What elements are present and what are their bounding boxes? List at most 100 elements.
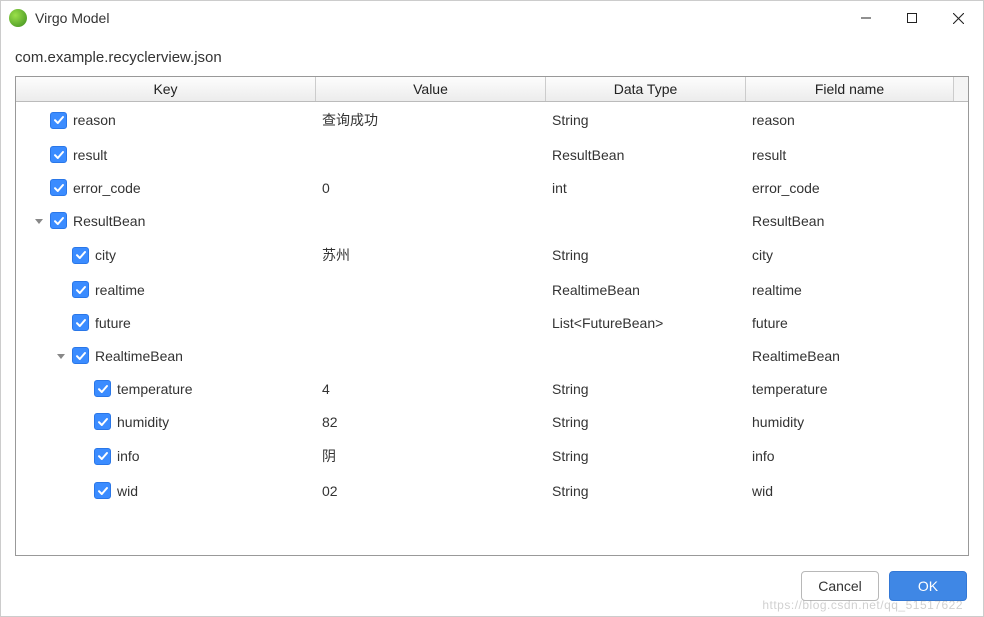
package-path-label: com.example.recyclerview.json — [1, 35, 983, 76]
expander-placeholder — [54, 316, 68, 330]
data-type-cell[interactable]: List<FutureBean> — [552, 315, 752, 331]
cancel-button[interactable]: Cancel — [801, 571, 879, 601]
maximize-button[interactable] — [889, 2, 935, 34]
field-name-cell[interactable]: ResultBean — [752, 213, 962, 229]
field-name-cell[interactable]: RealtimeBean — [752, 348, 962, 364]
table-body[interactable]: reason查询成功StringreasonresultResultBeanre… — [16, 102, 968, 555]
key-label: RealtimeBean — [95, 348, 183, 364]
value-cell[interactable]: 0 — [322, 180, 552, 196]
table-row[interactable]: wid02Stringwid — [16, 474, 968, 507]
data-type-cell[interactable]: String — [552, 112, 752, 128]
key-cell: info — [22, 448, 322, 465]
table-row[interactable]: resultResultBeanresult — [16, 138, 968, 171]
column-header-field-name[interactable]: Field name — [746, 77, 954, 101]
titlebar: Virgo Model — [1, 1, 983, 35]
expander-placeholder — [76, 449, 90, 463]
row-checkbox[interactable] — [94, 413, 111, 430]
key-label: temperature — [117, 381, 192, 397]
expander-icon[interactable] — [54, 349, 68, 363]
data-type-cell[interactable]: String — [552, 414, 752, 430]
table-row[interactable]: city苏州Stringcity — [16, 237, 968, 273]
field-name-cell[interactable]: result — [752, 147, 962, 163]
data-type-cell[interactable]: int — [552, 180, 752, 196]
field-name-cell[interactable]: reason — [752, 112, 962, 128]
row-checkbox[interactable] — [72, 314, 89, 331]
value-cell[interactable]: 82 — [322, 414, 552, 430]
table-row[interactable]: humidity82Stringhumidity — [16, 405, 968, 438]
row-checkbox[interactable] — [72, 281, 89, 298]
row-checkbox[interactable] — [50, 179, 67, 196]
row-checkbox[interactable] — [94, 380, 111, 397]
data-type-cell[interactable]: String — [552, 448, 752, 464]
key-label: ResultBean — [73, 213, 145, 229]
expander-placeholder — [54, 283, 68, 297]
data-type-cell[interactable]: String — [552, 483, 752, 499]
expander-placeholder — [32, 148, 46, 162]
table-row[interactable]: reason查询成功Stringreason — [16, 102, 968, 138]
key-cell: realtime — [22, 281, 322, 298]
key-cell: future — [22, 314, 322, 331]
data-type-cell[interactable]: RealtimeBean — [552, 282, 752, 298]
table-row[interactable]: realtimeRealtimeBeanrealtime — [16, 273, 968, 306]
window-title: Virgo Model — [35, 10, 109, 26]
dialog-footer: Cancel OK https://blog.csdn.net/qq_51517… — [1, 564, 983, 616]
expander-placeholder — [76, 415, 90, 429]
data-type-cell[interactable]: ResultBean — [552, 147, 752, 163]
column-header-data-type[interactable]: Data Type — [546, 77, 746, 101]
value-cell[interactable]: 02 — [322, 483, 552, 499]
key-label: error_code — [73, 180, 141, 196]
value-cell[interactable]: 查询成功 — [322, 110, 552, 130]
expander-icon[interactable] — [32, 214, 46, 228]
key-label: city — [95, 247, 116, 263]
key-cell: ResultBean — [22, 212, 322, 229]
column-header-value[interactable]: Value — [316, 77, 546, 101]
field-name-cell[interactable]: city — [752, 247, 962, 263]
key-cell: error_code — [22, 179, 322, 196]
expander-placeholder — [32, 113, 46, 127]
model-table: Key Value Data Type Field name reason 查询成… — [15, 76, 969, 556]
minimize-button[interactable] — [843, 2, 889, 34]
data-type-cell[interactable]: String — [552, 381, 752, 397]
key-cell: humidity — [22, 413, 322, 430]
close-button[interactable] — [935, 2, 981, 34]
key-cell: RealtimeBean — [22, 347, 322, 364]
table-row[interactable]: info阴Stringinfo — [16, 438, 968, 474]
value-cell[interactable]: 苏州 — [322, 245, 552, 265]
value-cell[interactable]: 4 — [322, 381, 552, 397]
row-checkbox[interactable] — [72, 247, 89, 264]
key-label: result — [73, 147, 107, 163]
table-row[interactable]: futureList<FutureBean>future — [16, 306, 968, 339]
key-label: wid — [117, 483, 138, 499]
row-checkbox[interactable] — [94, 482, 111, 499]
table-row[interactable]: error_code0interror_code — [16, 171, 968, 204]
app-icon — [9, 9, 27, 27]
field-name-cell[interactable]: realtime — [752, 282, 962, 298]
field-name-cell[interactable]: temperature — [752, 381, 962, 397]
key-label: realtime — [95, 282, 145, 298]
expander-placeholder — [76, 484, 90, 498]
field-name-cell[interactable]: wid — [752, 483, 962, 499]
row-checkbox[interactable] — [50, 146, 67, 163]
table-header: Key Value Data Type Field name — [16, 77, 968, 102]
key-label: future — [95, 315, 131, 331]
field-name-cell[interactable]: humidity — [752, 414, 962, 430]
field-name-cell[interactable]: info — [752, 448, 962, 464]
expander-placeholder — [32, 181, 46, 195]
key-cell: temperature — [22, 380, 322, 397]
field-name-cell[interactable]: future — [752, 315, 962, 331]
value-cell[interactable]: 阴 — [322, 446, 552, 466]
table-row[interactable]: ResultBean ResultBean — [16, 204, 968, 237]
table-row[interactable]: temperature4Stringtemperature — [16, 372, 968, 405]
data-type-cell[interactable]: String — [552, 247, 752, 263]
expander-placeholder — [76, 382, 90, 396]
key-label: reason — [73, 112, 116, 128]
field-name-cell[interactable]: error_code — [752, 180, 962, 196]
ok-button[interactable]: OK — [889, 571, 967, 601]
key-cell: reason — [22, 112, 322, 129]
column-header-key[interactable]: Key — [16, 77, 316, 101]
table-row[interactable]: RealtimeBean RealtimeBean — [16, 339, 968, 372]
row-checkbox[interactable] — [72, 347, 89, 364]
row-checkbox[interactable] — [50, 112, 67, 129]
row-checkbox[interactable] — [50, 212, 67, 229]
row-checkbox[interactable] — [94, 448, 111, 465]
